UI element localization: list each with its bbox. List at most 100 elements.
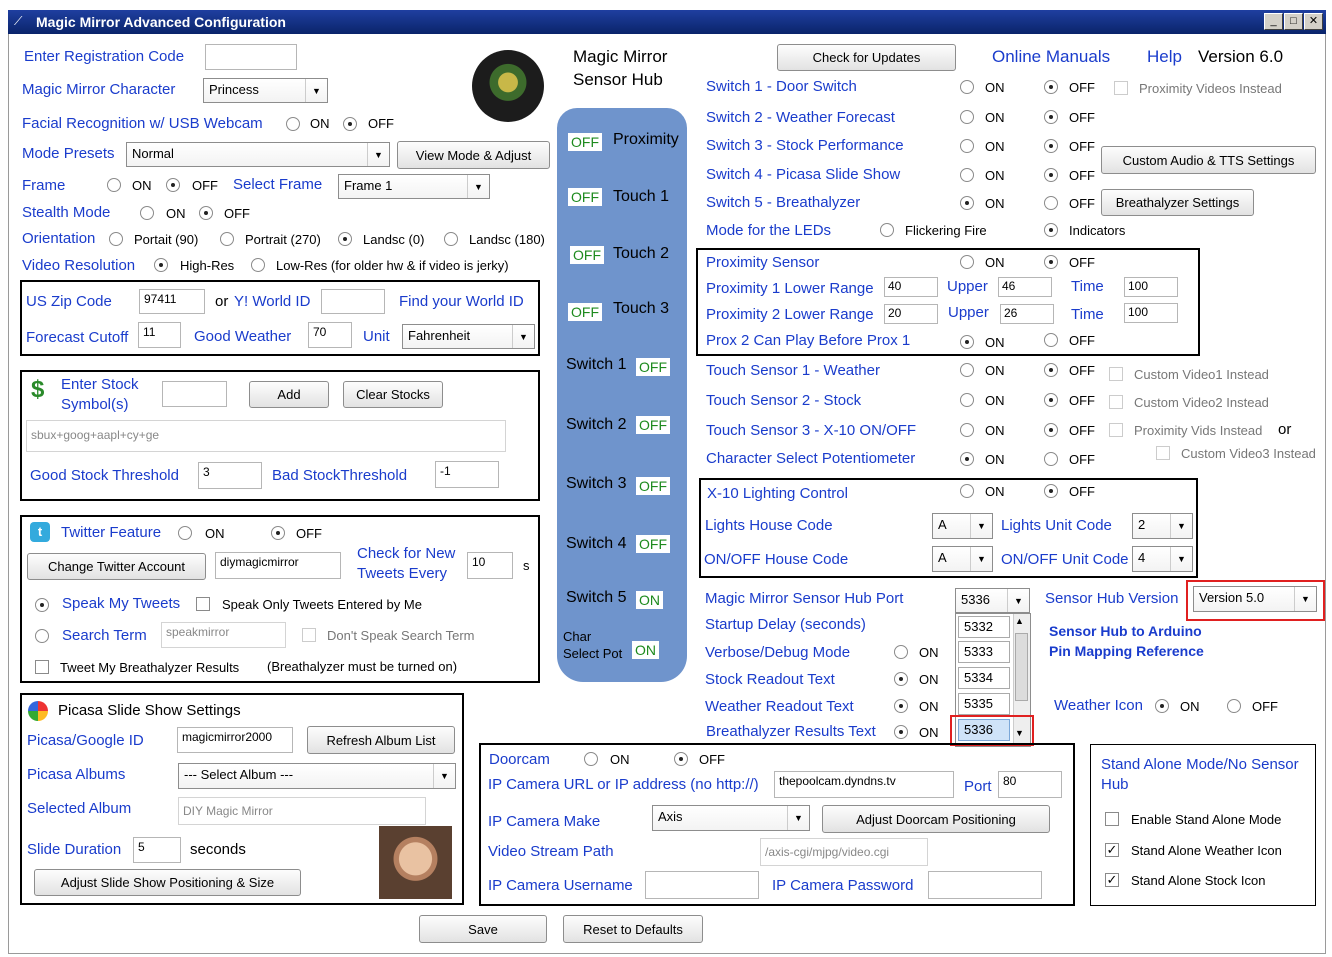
- search-term-input[interactable]: speakmirror: [161, 622, 286, 648]
- proximity-off-radio[interactable]: [1044, 255, 1058, 269]
- twitter-off-radio[interactable]: [271, 526, 285, 540]
- pot-on-radio[interactable]: [960, 452, 974, 466]
- ipcam-url-input[interactable]: thepoolcam.dyndns.tv: [774, 771, 954, 798]
- frame-off-radio[interactable]: [166, 178, 180, 192]
- tweet-interval-input[interactable]: 10: [467, 552, 513, 579]
- prox-vids-checkbox[interactable]: [1109, 423, 1123, 437]
- twitter-on-radio[interactable]: [178, 526, 192, 540]
- lights-unit-select[interactable]: 2 ▼: [1132, 513, 1193, 539]
- dont-speak-checkbox[interactable]: [302, 628, 316, 642]
- ipcam-make-select[interactable]: Axis ▼: [652, 805, 810, 831]
- prox1-lower-input[interactable]: 40: [884, 277, 938, 297]
- enable-standalone-checkbox[interactable]: [1105, 812, 1119, 826]
- prox1-upper-input[interactable]: 46: [998, 277, 1052, 297]
- speak-tweets-radio[interactable]: [35, 598, 49, 612]
- registration-input[interactable]: [205, 44, 297, 70]
- touch3-off-radio[interactable]: [1044, 423, 1058, 437]
- reset-defaults-button[interactable]: Reset to Defaults: [563, 915, 703, 943]
- standalone-stock-checkbox[interactable]: ✓: [1105, 873, 1119, 887]
- lights-house-select[interactable]: A ▼: [932, 513, 993, 539]
- breath-text-on-radio[interactable]: [894, 725, 908, 739]
- breathalyzer-settings-button[interactable]: Breathalyzer Settings: [1101, 189, 1254, 216]
- zip-input[interactable]: 97411: [139, 289, 205, 314]
- character-select[interactable]: Princess ▼: [203, 78, 328, 103]
- maximize-icon[interactable]: □: [1284, 13, 1303, 30]
- weather-icon-off-radio[interactable]: [1227, 699, 1241, 713]
- orientation-portrait270-radio[interactable]: [220, 232, 234, 246]
- prox2-lower-input[interactable]: 20: [884, 304, 938, 324]
- weather-readout-on-radio[interactable]: [894, 699, 908, 713]
- port-option[interactable]: 5333: [958, 641, 1010, 663]
- check-updates-button[interactable]: Check for Updates: [777, 44, 956, 71]
- touch2-on-radio[interactable]: [960, 393, 974, 407]
- proximity-on-radio[interactable]: [960, 255, 974, 269]
- face-off-radio[interactable]: [343, 117, 357, 131]
- arduino-link-1[interactable]: Sensor Hub to Arduino: [1049, 623, 1202, 639]
- switch1-on-radio[interactable]: [960, 80, 974, 94]
- minimize-icon[interactable]: _: [1264, 13, 1283, 30]
- onoff-unit-select[interactable]: 4 ▼: [1132, 546, 1193, 572]
- prox2-time-input[interactable]: 100: [1124, 303, 1178, 323]
- touch3-on-radio[interactable]: [960, 423, 974, 437]
- prox-before-off-radio[interactable]: [1044, 333, 1058, 347]
- presets-select[interactable]: Normal ▼: [126, 142, 390, 167]
- switch2-off-radio[interactable]: [1044, 110, 1058, 124]
- ipcam-port-input[interactable]: 80: [998, 771, 1062, 798]
- port-option[interactable]: 5335: [958, 693, 1010, 715]
- prox-before-on-radio[interactable]: [960, 335, 974, 349]
- touch2-off-radio[interactable]: [1044, 393, 1058, 407]
- face-on-radio[interactable]: [286, 117, 300, 131]
- switch4-on-radio[interactable]: [960, 168, 974, 182]
- video-low-radio[interactable]: [251, 258, 265, 272]
- orientation-portrait90-radio[interactable]: [109, 232, 123, 246]
- touch1-on-radio[interactable]: [960, 363, 974, 377]
- custom-audio-button[interactable]: Custom Audio & TTS Settings: [1101, 146, 1316, 174]
- custom-video2-checkbox[interactable]: [1109, 395, 1123, 409]
- unit-select[interactable]: Fahrenheit ▼: [402, 324, 535, 349]
- cutoff-input[interactable]: 11: [138, 322, 181, 348]
- adjust-doorcam-button[interactable]: Adjust Doorcam Positioning: [822, 805, 1050, 833]
- clear-stocks-button[interactable]: Clear Stocks: [343, 381, 443, 408]
- scroll-thumb[interactable]: [1015, 633, 1028, 701]
- close-icon[interactable]: ✕: [1304, 13, 1323, 30]
- port-option[interactable]: 5332: [958, 616, 1010, 638]
- frame-select[interactable]: Frame 1 ▼: [338, 174, 490, 199]
- yid-input[interactable]: [321, 289, 385, 314]
- custom-video3-checkbox[interactable]: [1156, 446, 1170, 460]
- port-option[interactable]: 5334: [958, 667, 1010, 689]
- weather-icon-on-radio[interactable]: [1155, 699, 1169, 713]
- frame-on-radio[interactable]: [107, 178, 121, 192]
- doorcam-on-radio[interactable]: [584, 752, 598, 766]
- ipcam-user-input[interactable]: [645, 871, 759, 899]
- online-manuals-link[interactable]: Online Manuals: [992, 47, 1110, 67]
- refresh-album-button[interactable]: Refresh Album List: [307, 726, 455, 754]
- x10-on-radio[interactable]: [960, 484, 974, 498]
- twitter-account-input[interactable]: diymagicmirror: [215, 552, 341, 579]
- help-link[interactable]: Help: [1147, 47, 1182, 67]
- switch3-on-radio[interactable]: [960, 139, 974, 153]
- orientation-landsc180-radio[interactable]: [444, 232, 458, 246]
- switch1-off-radio[interactable]: [1044, 80, 1058, 94]
- window-controls[interactable]: _ □ ✕: [1264, 13, 1323, 30]
- stealth-on-radio[interactable]: [140, 206, 154, 220]
- tweet-breath-checkbox[interactable]: [35, 660, 49, 674]
- scroll-up-icon[interactable]: ▲: [1015, 616, 1024, 626]
- verbose-on-radio[interactable]: [894, 645, 908, 659]
- search-term-radio[interactable]: [35, 629, 49, 643]
- prox-videos-checkbox[interactable]: [1114, 81, 1128, 95]
- pot-off-radio[interactable]: [1044, 452, 1058, 466]
- slide-duration-input[interactable]: 5: [133, 837, 181, 863]
- view-mode-button[interactable]: View Mode & Adjust: [397, 141, 550, 169]
- albums-select[interactable]: --- Select Album --- ▼: [178, 763, 456, 789]
- stock-symbol-input[interactable]: [162, 381, 227, 407]
- switch4-off-radio[interactable]: [1044, 168, 1058, 182]
- ipcam-pass-input[interactable]: [928, 871, 1042, 899]
- speak-only-checkbox[interactable]: [196, 597, 210, 611]
- onoff-house-select[interactable]: A ▼: [932, 546, 993, 572]
- save-button[interactable]: Save: [419, 915, 547, 943]
- bad-stock-input[interactable]: -1: [435, 461, 499, 488]
- orientation-landsc0-radio[interactable]: [338, 232, 352, 246]
- stock-readout-on-radio[interactable]: [894, 672, 908, 686]
- add-stock-button[interactable]: Add: [249, 381, 329, 408]
- doorcam-off-radio[interactable]: [674, 752, 688, 766]
